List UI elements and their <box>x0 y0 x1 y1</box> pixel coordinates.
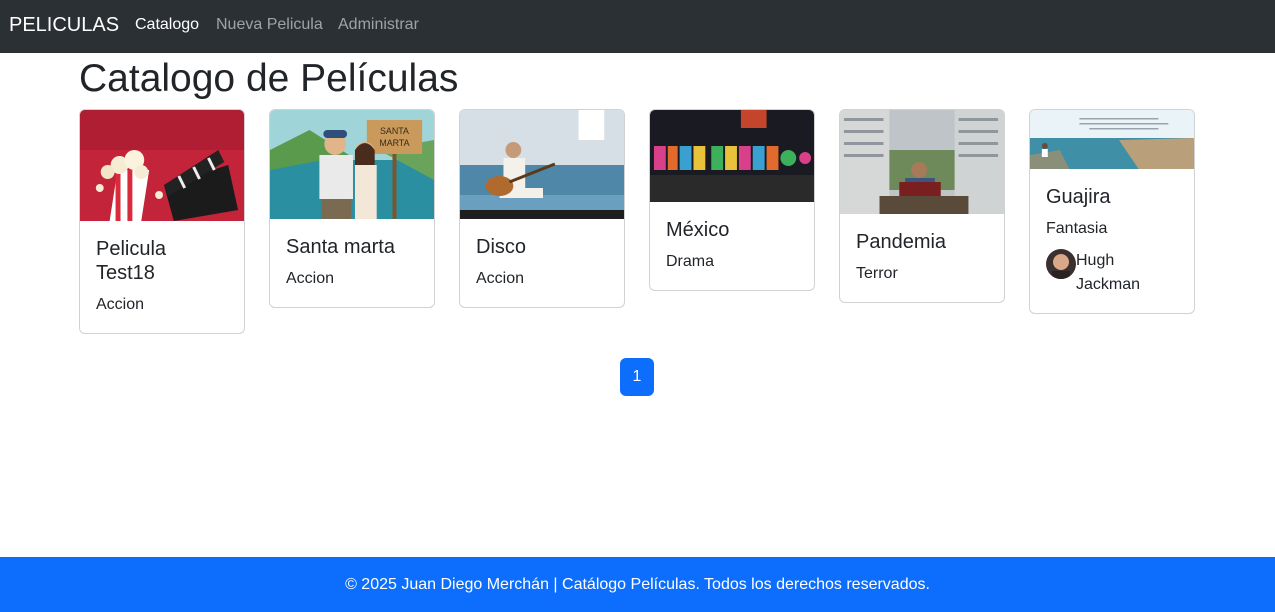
nav-link-catalogo[interactable]: Catalogo <box>135 15 199 35</box>
movie-title: Pandemia <box>856 231 947 253</box>
movie-card[interactable]: Guajira Fantasia Hugh Jackman <box>1029 109 1195 314</box>
page-title: Catalogo de Películas <box>79 57 459 100</box>
movie-title: Guajira <box>1046 186 1111 208</box>
navbar: PELICULAS Catalogo Nueva Pelicula Admini… <box>0 0 1275 53</box>
movie-genre: Accion <box>476 270 525 287</box>
movie-card[interactable]: Disco Accion <box>459 109 625 308</box>
svg-text:MARTA: MARTA <box>379 138 409 148</box>
movie-genre: Fantasia <box>1046 220 1108 237</box>
movie-card[interactable]: Pandemia Terror <box>839 109 1005 303</box>
movie-card[interactable]: Pelicula Test18 Accion <box>79 109 245 334</box>
brand-link[interactable]: PELICULAS <box>9 13 119 37</box>
page-1-button[interactable]: 1 <box>620 358 654 396</box>
movie-genre: Accion <box>96 296 145 313</box>
actor-name: Hugh Jackman <box>1076 252 1141 293</box>
coastal-landscape-image <box>1030 110 1194 169</box>
nav-link-nueva-pelicula[interactable]: Nueva Pelicula <box>216 15 323 35</box>
pagination: 1 <box>620 358 654 396</box>
nav-link-administrar[interactable]: Administrar <box>338 15 419 35</box>
movie-title: Santa marta <box>286 236 395 258</box>
movie-genre: Terror <box>856 265 898 282</box>
footer-text: © 2025 Juan Diego Merchán | Catálogo Pel… <box>345 576 930 593</box>
movie-title: Disco <box>476 236 527 258</box>
actor-entry[interactable]: Hugh Jackman <box>1046 249 1178 297</box>
viva-mexico-sign-image <box>650 110 814 202</box>
accordion-player-buildings-image <box>840 110 1004 214</box>
movie-genre: Drama <box>666 253 715 270</box>
movie-card[interactable]: México Drama <box>649 109 815 291</box>
movie-card[interactable]: SANTA MARTA Santa marta Accion <box>269 109 435 308</box>
santa-marta-illustration-image: SANTA MARTA <box>270 110 434 219</box>
actor-avatar <box>1046 249 1076 279</box>
movie-genre: Accion <box>286 270 335 287</box>
movie-title: México <box>666 219 730 241</box>
popcorn-clapperboard-image <box>80 110 244 221</box>
svg-text:SANTA: SANTA <box>380 126 409 136</box>
footer: © 2025 Juan Diego Merchán | Catálogo Pel… <box>0 557 1275 612</box>
guitarist-poster-image <box>460 110 624 219</box>
movie-title: Pelicula Test18 <box>96 238 167 284</box>
